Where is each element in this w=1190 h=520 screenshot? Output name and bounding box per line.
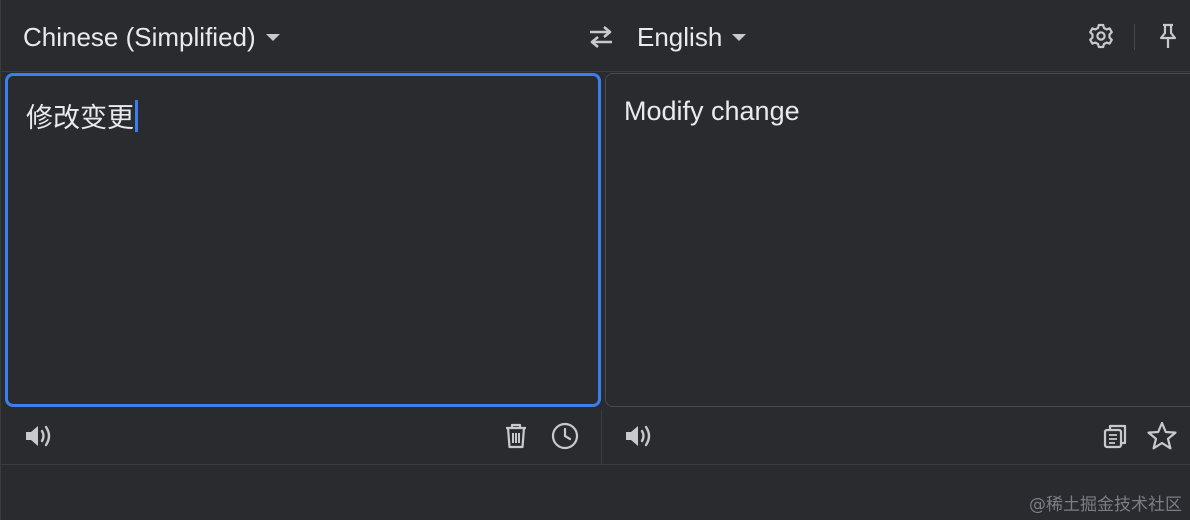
chevron-down-icon	[265, 33, 280, 41]
copy-icon	[1101, 422, 1129, 450]
target-listen-button[interactable]	[621, 418, 657, 454]
target-language-select[interactable]: English	[637, 20, 747, 54]
speaker-icon	[23, 422, 55, 450]
swap-languages-button[interactable]	[584, 20, 618, 54]
pin-button[interactable]	[1151, 19, 1185, 53]
source-text-content[interactable]: 修改变更	[26, 96, 138, 135]
clear-text-button[interactable]	[498, 418, 534, 454]
source-text-area[interactable]: 修改变更	[5, 73, 601, 407]
star-icon	[1146, 421, 1178, 451]
panel-divider	[601, 410, 602, 464]
source-language-label: Chinese (Simplified)	[23, 21, 256, 52]
text-cursor	[135, 99, 138, 132]
swap-arrows-icon	[587, 25, 615, 49]
speaker-icon	[623, 422, 655, 450]
header-divider	[1134, 24, 1135, 50]
source-text: 修改变更	[26, 103, 134, 134]
copy-translation-button[interactable]	[1097, 418, 1133, 454]
source-listen-button[interactable]	[21, 418, 57, 454]
gear-icon	[1087, 22, 1115, 50]
save-translation-button[interactable]	[1144, 418, 1180, 454]
translation-output-area: Modify change	[605, 73, 1190, 407]
source-language-select[interactable]: Chinese (Simplified)	[23, 20, 280, 54]
target-language-label: English	[637, 21, 723, 52]
trash-icon	[503, 422, 529, 450]
translation-text: Modify change	[624, 96, 800, 126]
watermark-text: @稀土掘金技术社区	[1029, 495, 1182, 515]
history-button[interactable]	[547, 418, 583, 454]
clock-icon	[550, 421, 580, 451]
chevron-down-icon	[732, 33, 747, 41]
translator-app: Chinese (Simplified) English 修改变更 Modify…	[0, 0, 1190, 520]
language-bar: Chinese (Simplified) English	[1, 0, 1190, 72]
settings-button[interactable]	[1084, 19, 1118, 53]
footer-divider	[1, 464, 1190, 465]
pin-icon	[1156, 22, 1180, 50]
